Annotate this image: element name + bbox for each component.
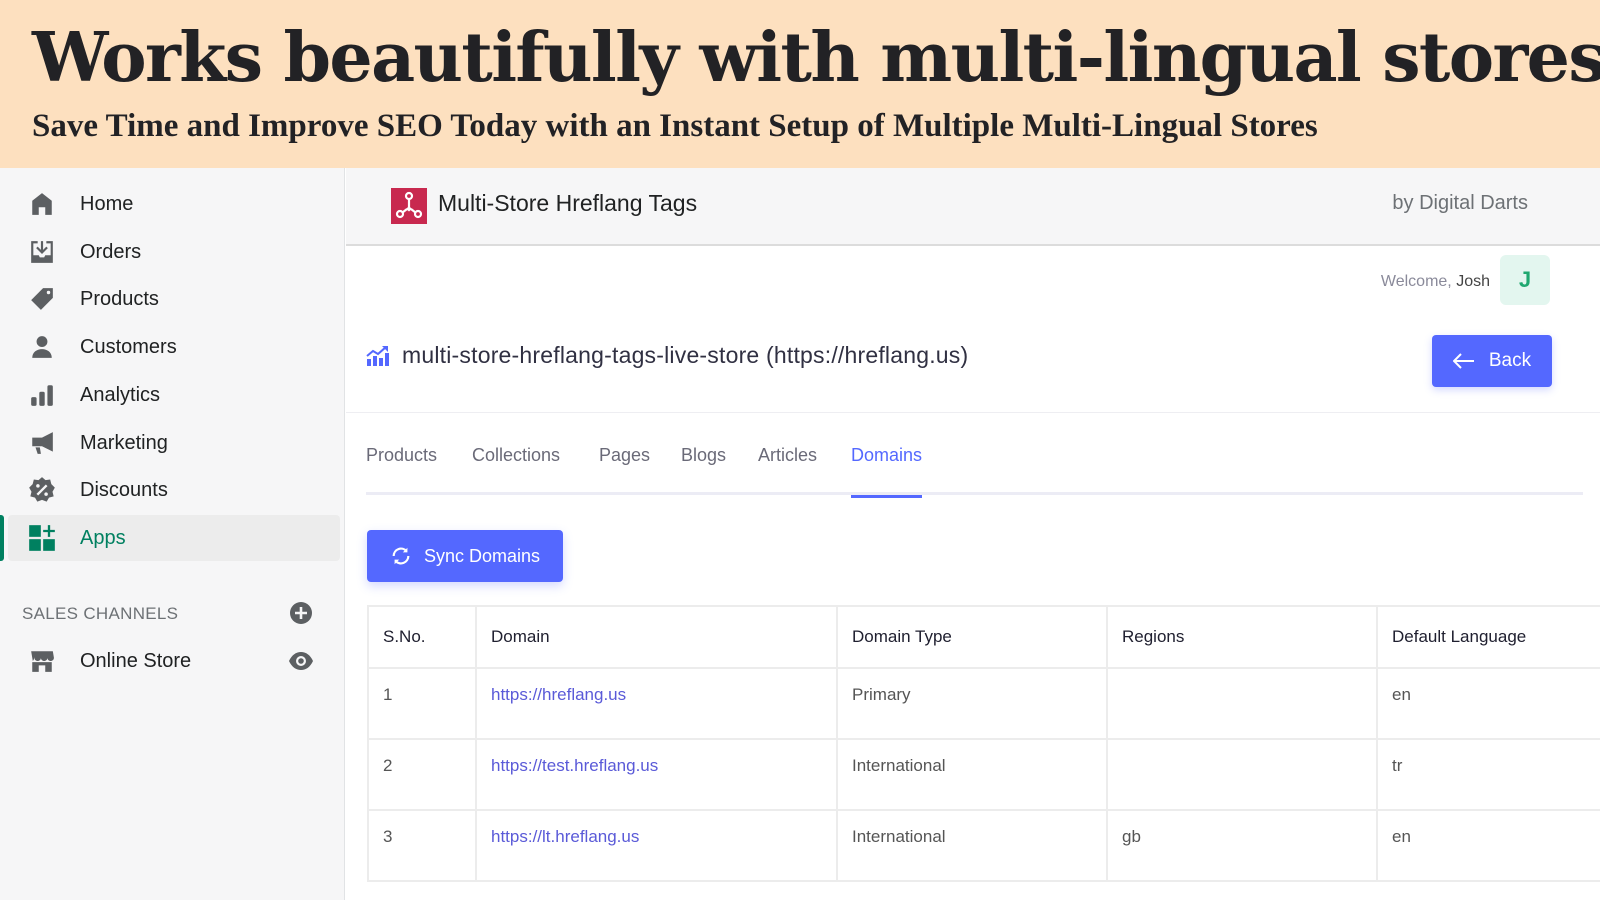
sidebar-item-marketing[interactable]: Marketing bbox=[0, 420, 340, 466]
cell-domain: https://hreflang.us bbox=[475, 667, 838, 740]
sales-channels-heading: SALES CHANNELS bbox=[22, 604, 179, 623]
sidebar-item-label: Analytics bbox=[80, 383, 161, 406]
cell-domain: https://test.hreflang.us bbox=[475, 738, 838, 811]
sidebar-item-label: Marketing bbox=[80, 431, 168, 454]
sidebar-item-label: Orders bbox=[80, 240, 142, 263]
sidebar-item-products[interactable]: Products bbox=[0, 276, 340, 322]
cell-sno: 1 bbox=[367, 667, 477, 740]
sidebar-item-label: Customers bbox=[80, 335, 177, 358]
sidebar-item-orders[interactable]: Orders bbox=[0, 229, 340, 275]
sidebar-item-analytics[interactable]: Analytics bbox=[0, 372, 340, 418]
person-icon bbox=[28, 333, 56, 361]
app-title: Multi-Store Hreflang Tags bbox=[438, 190, 698, 216]
tab-products[interactable]: Products bbox=[366, 443, 437, 495]
promo-banner: Works beautifully with multi-lingual sto… bbox=[0, 0, 1600, 168]
sidebar-item-label: Discounts bbox=[80, 478, 168, 501]
tab-blogs[interactable]: Blogs bbox=[681, 443, 726, 495]
table-header-row: S.No. Domain Domain Type Regions Default… bbox=[367, 605, 1600, 669]
tag-icon bbox=[28, 285, 56, 313]
active-indicator bbox=[0, 515, 4, 561]
sidebar-item-label: Apps bbox=[80, 526, 126, 549]
domain-link[interactable]: https://hreflang.us bbox=[491, 685, 626, 704]
sync-domains-button[interactable]: Sync Domains bbox=[367, 530, 563, 582]
cell-default-language: en bbox=[1376, 667, 1600, 740]
column-header: Domain bbox=[475, 605, 838, 669]
cell-regions bbox=[1106, 667, 1378, 740]
banner-headline: Works beautifully with multi-lingual sto… bbox=[32, 18, 1600, 98]
app-logo-icon bbox=[391, 188, 427, 224]
sync-icon bbox=[392, 547, 410, 565]
cell-domain-type: Primary bbox=[836, 667, 1108, 740]
megaphone-icon bbox=[28, 429, 56, 457]
column-header: Regions bbox=[1106, 605, 1378, 669]
tab-bar: Products Collections Pages Blogs Article… bbox=[366, 443, 1583, 498]
sidebar-item-customers[interactable]: Customers bbox=[0, 324, 340, 370]
arrow-left-icon bbox=[1452, 353, 1474, 369]
trending-chart-icon bbox=[366, 345, 389, 366]
cell-domain-type: International bbox=[836, 738, 1108, 811]
tab-collections[interactable]: Collections bbox=[472, 443, 560, 495]
tab-domains[interactable]: Domains bbox=[851, 443, 923, 498]
table-row: 3 https://lt.hreflang.us International g… bbox=[367, 809, 1600, 882]
tab-articles[interactable]: Articles bbox=[758, 443, 817, 495]
cell-sno: 3 bbox=[367, 809, 477, 882]
column-header: Default Language bbox=[1376, 605, 1600, 669]
back-button[interactable]: Back bbox=[1432, 335, 1552, 387]
apps-grid-icon bbox=[28, 524, 56, 552]
store-title: multi-store-hreflang-tags-live-store (ht… bbox=[402, 342, 969, 368]
welcome-text: Welcome, Josh bbox=[1380, 273, 1490, 290]
main-content: Welcome, Josh J multi-store-hreflang-tag… bbox=[346, 247, 1600, 900]
cell-domain-type: International bbox=[836, 809, 1108, 882]
add-sales-channel-button[interactable] bbox=[287, 599, 315, 627]
sidebar-item-label: Home bbox=[80, 192, 134, 215]
cell-regions: gb bbox=[1106, 809, 1378, 882]
table-row: 2 https://test.hreflang.us International… bbox=[367, 738, 1600, 811]
app-developer: by Digital Darts bbox=[1392, 192, 1528, 214]
sidebar-item-discounts[interactable]: Discounts bbox=[0, 467, 340, 513]
store-heading: multi-store-hreflang-tags-live-store (ht… bbox=[366, 342, 968, 369]
sidebar-item-label: Online Store bbox=[80, 649, 192, 672]
column-header: S.No. bbox=[367, 605, 477, 669]
cell-default-language: en bbox=[1376, 809, 1600, 882]
orders-icon bbox=[28, 238, 56, 266]
app-header: Multi-Store Hreflang Tags by Digital Dar… bbox=[346, 168, 1600, 246]
cell-regions bbox=[1106, 738, 1378, 811]
divider bbox=[346, 412, 1600, 413]
sidebar-item-home[interactable]: Home bbox=[0, 181, 340, 227]
banner-subheadline: Save Time and Improve SEO Today with an … bbox=[32, 108, 1318, 144]
user-name: Josh bbox=[1456, 273, 1490, 290]
domain-link[interactable]: https://lt.hreflang.us bbox=[491, 827, 639, 846]
domains-table: S.No. Domain Domain Type Regions Default… bbox=[367, 605, 1600, 882]
bar-chart-icon bbox=[28, 381, 56, 409]
plus-circle-icon bbox=[290, 602, 312, 624]
store-icon bbox=[28, 647, 56, 675]
sidebar-item-label: Products bbox=[80, 287, 159, 310]
table-row: 1 https://hreflang.us Primary en bbox=[367, 667, 1600, 740]
column-header: Domain Type bbox=[836, 605, 1108, 669]
domain-link[interactable]: https://test.hreflang.us bbox=[491, 756, 658, 775]
cell-domain: https://lt.hreflang.us bbox=[475, 809, 838, 882]
eye-icon bbox=[289, 652, 313, 670]
home-icon bbox=[28, 190, 56, 218]
avatar[interactable]: J bbox=[1500, 255, 1550, 305]
sidebar: Home Orders Products Customers Analytics… bbox=[0, 168, 345, 900]
view-online-store-button[interactable] bbox=[287, 647, 315, 675]
discount-badge-icon bbox=[28, 476, 56, 504]
tab-pages[interactable]: Pages bbox=[599, 443, 650, 495]
sidebar-item-apps[interactable]: Apps bbox=[0, 515, 340, 561]
cell-sno: 2 bbox=[367, 738, 477, 811]
cell-default-language: tr bbox=[1376, 738, 1600, 811]
